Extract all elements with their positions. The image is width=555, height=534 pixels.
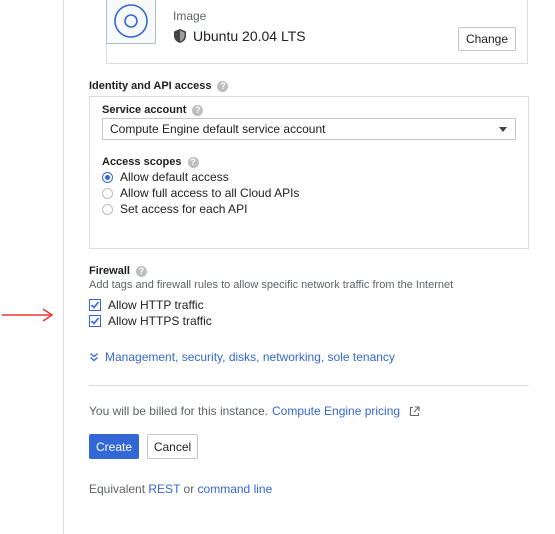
scope-option-each-api[interactable]: Set access for each API <box>102 202 247 216</box>
service-account-label-text: Service account <box>102 104 187 116</box>
image-label: Image <box>173 9 207 23</box>
create-button[interactable]: Create <box>89 434 139 459</box>
scope-option-label: Allow default access <box>120 170 229 184</box>
pricing-link[interactable]: Compute Engine pricing <box>272 404 400 418</box>
scope-option-full[interactable]: Allow full access to all Cloud APIs <box>102 186 299 200</box>
access-scopes-label: Access scopes ? <box>102 156 199 168</box>
change-button[interactable]: Change <box>458 27 516 51</box>
external-link-icon[interactable] <box>409 405 420 417</box>
allow-http-option[interactable]: Allow HTTP traffic <box>89 298 204 312</box>
shield-icon <box>174 29 186 43</box>
help-icon[interactable]: ? <box>217 80 229 92</box>
firewall-section-title: Firewall ? <box>89 265 147 277</box>
firewall-title-text: Firewall <box>89 265 130 277</box>
identity-section-title: Identity and API access ? <box>89 80 229 92</box>
management-link-text: Management, security, disks, networking,… <box>105 350 395 364</box>
checkbox-checked-icon[interactable] <box>89 299 101 311</box>
management-expand-link[interactable]: Management, security, disks, networking,… <box>89 350 395 364</box>
service-account-label: Service account ? <box>102 104 204 116</box>
service-account-value: Compute Engine default service account <box>110 122 326 136</box>
billing-text: You will be billed for this instance. <box>89 404 268 418</box>
checkbox-checked-icon[interactable] <box>89 315 101 327</box>
scope-option-label: Set access for each API <box>120 202 248 216</box>
help-icon[interactable]: ? <box>187 156 199 168</box>
allow-https-label: Allow HTTPS traffic <box>108 314 212 328</box>
command-line-link[interactable]: command line <box>198 482 273 496</box>
red-arrow-annotation <box>2 308 54 322</box>
scope-option-label: Allow full access to all Cloud APIs <box>120 186 300 200</box>
dropdown-arrow-icon <box>499 127 507 132</box>
equivalent-prefix: Equivalent <box>89 482 146 496</box>
rest-link[interactable]: REST <box>148 482 180 496</box>
help-icon[interactable]: ? <box>135 265 147 277</box>
cancel-button[interactable]: Cancel <box>147 434 198 459</box>
allow-https-option[interactable]: Allow HTTPS traffic <box>89 314 212 328</box>
billing-notice: You will be billed for this instance. Co… <box>89 404 420 418</box>
scope-option-default[interactable]: Allow default access <box>102 170 229 184</box>
radio-unselected-icon[interactable] <box>102 203 113 215</box>
radio-unselected-icon[interactable] <box>102 187 113 199</box>
os-name: Ubuntu 20.04 LTS <box>193 28 306 44</box>
radio-selected-icon[interactable] <box>102 171 113 183</box>
double-chevron-down-icon <box>90 353 98 362</box>
section-divider <box>89 385 529 386</box>
disk-image-icon <box>106 0 156 44</box>
equivalent-or: or <box>183 482 195 496</box>
equivalent-links: Equivalent REST or command line <box>89 482 272 496</box>
page-left-border <box>63 0 64 534</box>
os-row: Ubuntu 20.04 LTS <box>174 28 306 44</box>
firewall-description: Add tags and firewall rules to allow spe… <box>89 279 454 291</box>
identity-title-text: Identity and API access <box>89 80 212 92</box>
allow-http-label: Allow HTTP traffic <box>108 298 204 312</box>
access-scopes-label-text: Access scopes <box>102 156 182 168</box>
service-account-select[interactable]: Compute Engine default service account <box>102 118 516 140</box>
help-icon[interactable]: ? <box>192 104 204 116</box>
